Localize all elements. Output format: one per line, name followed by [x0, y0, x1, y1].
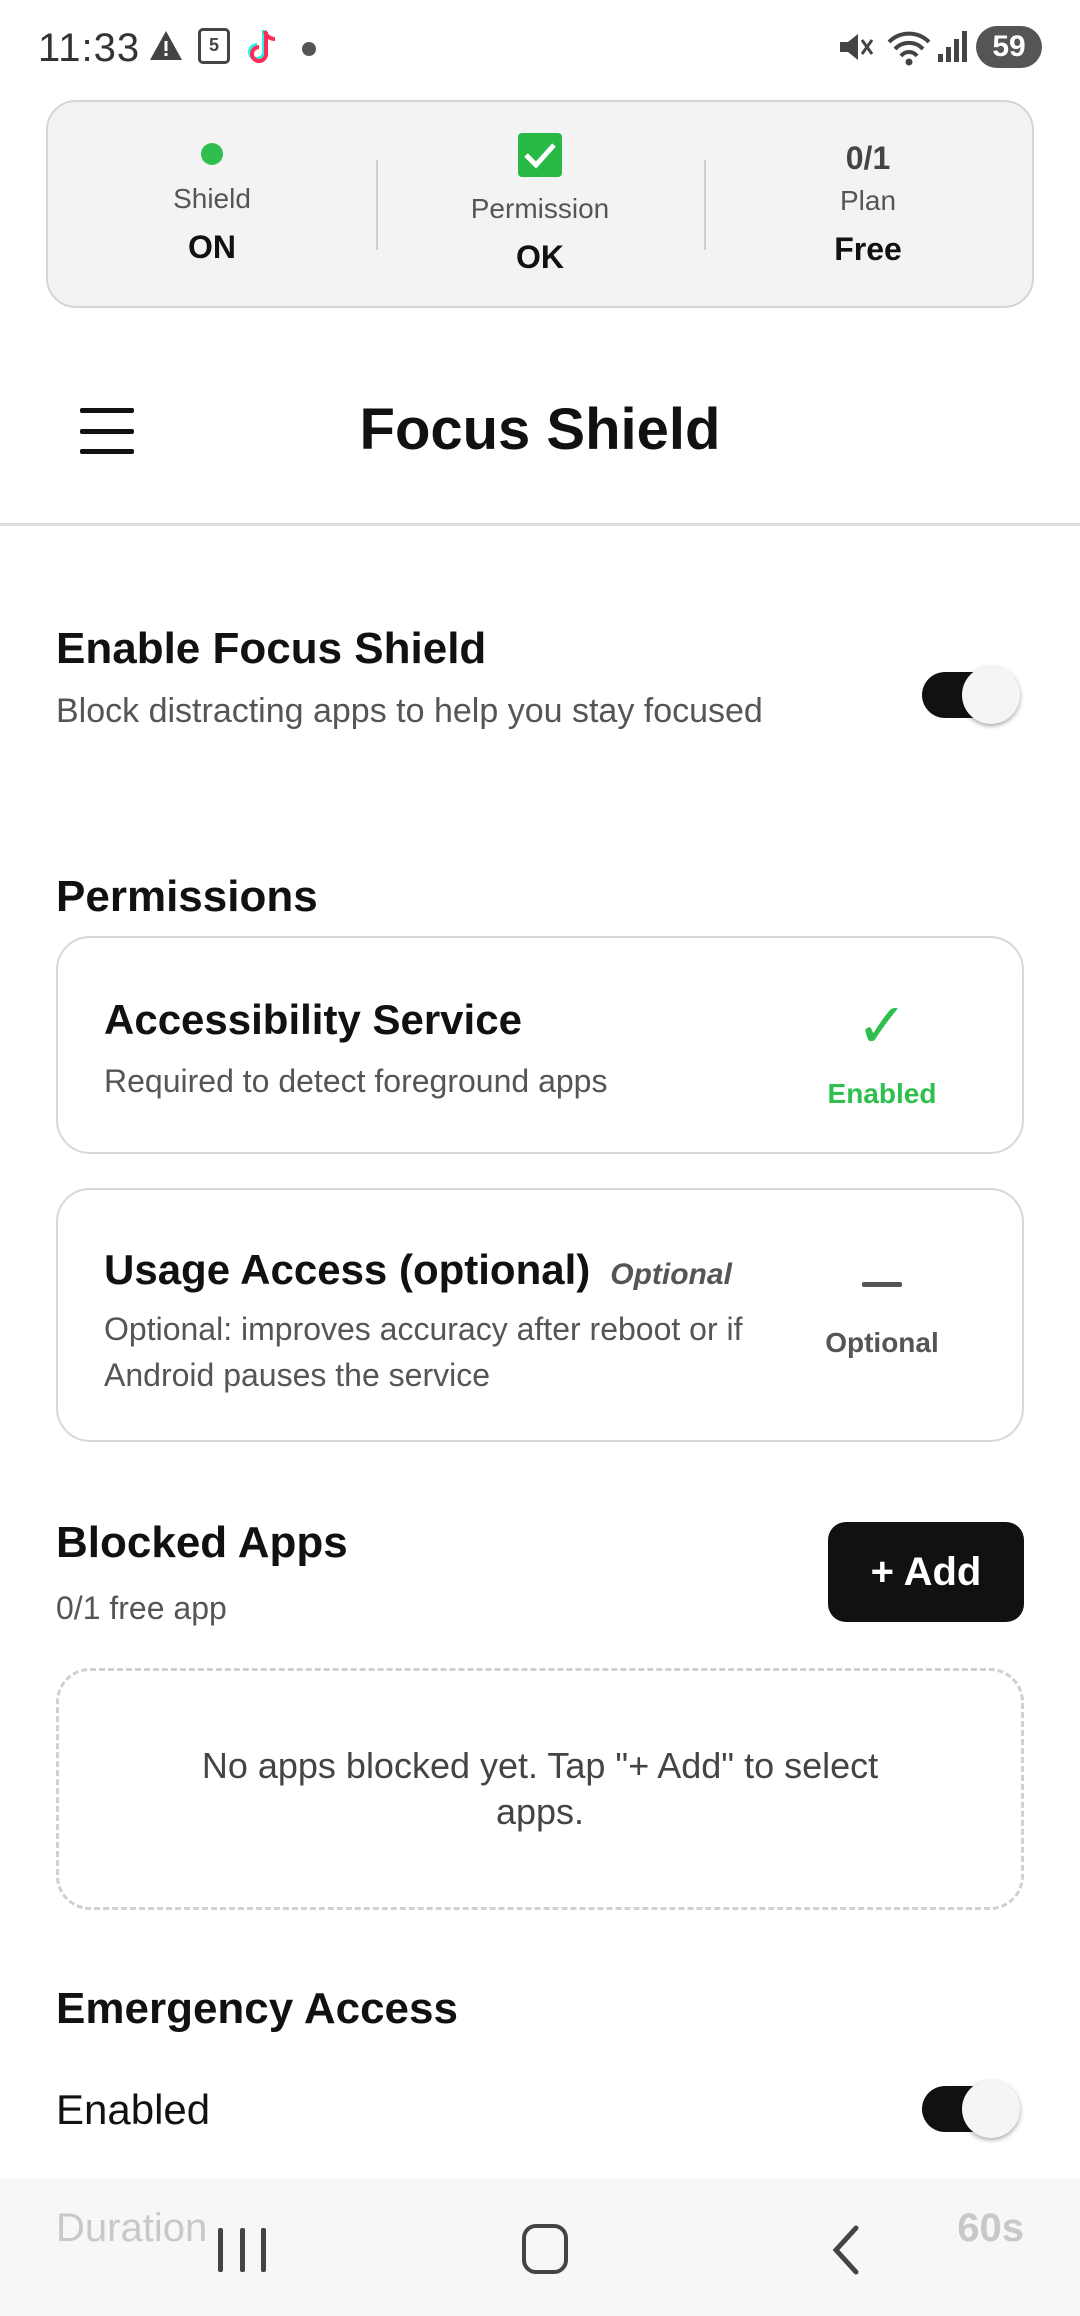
- stat-plan-count: 0/1: [845, 140, 891, 176]
- duration-value[interactable]: 60s: [957, 2206, 1024, 2251]
- permission-status-label: Optional: [825, 1327, 939, 1358]
- wifi-icon: [887, 31, 931, 66]
- dash-icon: [862, 1282, 902, 1287]
- battery-icon: 59: [976, 26, 1042, 68]
- permission-card-accessibility[interactable]: Accessibility Service Required to detect…: [56, 936, 1024, 1154]
- blocked-apps-title: Blocked Apps: [56, 1518, 348, 1567]
- stat-plan-value: Free: [834, 231, 902, 267]
- permission-description: Required to detect foreground apps: [104, 1063, 608, 1099]
- enable-shield-subtitle: Block distracting apps to help you stay …: [56, 692, 763, 730]
- stat-plan: 0/1 Plan Free: [704, 102, 1032, 306]
- notification-dot-icon: [302, 42, 316, 56]
- blocked-apps-count: 0/1 free app: [56, 1590, 227, 1626]
- optional-tag: Optional: [610, 1258, 732, 1291]
- empty-state-text: No apps blocked yet. Tap "+ Add" to sele…: [201, 1745, 879, 1832]
- permission-description: Optional: improves accuracy after reboot…: [104, 1311, 743, 1393]
- permission-status: ✓ Enabled: [802, 994, 962, 1110]
- signal-icon: [938, 31, 967, 62]
- stat-permission-label: Permission: [470, 192, 610, 224]
- toggle-knob: [962, 666, 1020, 724]
- toggle-knob: [962, 2080, 1020, 2138]
- shield-status-dot-icon: [201, 142, 223, 165]
- duration-label: Duration: [56, 2206, 208, 2250]
- permission-status: Optional: [802, 1264, 962, 1359]
- warning-icon: [150, 31, 182, 60]
- calendar-icon: 5: [198, 28, 230, 64]
- mute-icon: [840, 34, 874, 60]
- recent-apps-icon[interactable]: [218, 2228, 266, 2272]
- stat-shield-value: ON: [188, 228, 236, 265]
- app-bar: Focus Shield: [0, 360, 1080, 526]
- emergency-access-title: Emergency Access: [56, 1984, 458, 2033]
- permission-status-label: Enabled: [827, 1078, 937, 1109]
- blocked-apps-empty-state: No apps blocked yet. Tap "+ Add" to sele…: [56, 1668, 1024, 1910]
- emergency-access-toggle[interactable]: [922, 2080, 1020, 2138]
- status-bar: 11:33 5 59: [0, 0, 1080, 96]
- status-time: 11:33: [38, 26, 141, 70]
- permission-name: Accessibility Service: [104, 996, 522, 1043]
- stat-permission-value: OK: [516, 238, 564, 275]
- stat-permission: Permission OK: [376, 102, 704, 306]
- back-icon[interactable]: [826, 2222, 866, 2278]
- enable-shield-toggle[interactable]: [922, 666, 1020, 724]
- permission-name: Usage Access (optional) Optional: [104, 1246, 732, 1294]
- permission-check-icon: [518, 132, 562, 177]
- status-summary-card: Shield ON Permission OK 0/1 Plan Free: [46, 100, 1034, 308]
- home-icon[interactable]: [522, 2224, 568, 2274]
- hamburger-menu-icon[interactable]: [80, 404, 134, 458]
- navigation-bar: Duration 60s: [0, 2178, 1080, 2316]
- stat-plan-label: Plan: [839, 185, 897, 216]
- stat-shield-label: Shield: [173, 182, 251, 214]
- check-icon: ✓: [856, 992, 908, 1061]
- enable-shield-title: Enable Focus Shield: [56, 624, 487, 673]
- tiktok-icon: [248, 30, 276, 63]
- permission-name-text: Usage Access (optional): [104, 1246, 591, 1293]
- emergency-enabled-label: Enabled: [56, 2086, 211, 2133]
- page-title: Focus Shield: [359, 397, 721, 462]
- add-app-button[interactable]: + Add: [828, 1522, 1024, 1622]
- permission-card-usage-access[interactable]: Usage Access (optional) Optional Optional…: [56, 1188, 1024, 1442]
- stat-shield: Shield ON: [48, 102, 376, 306]
- permissions-title: Permissions: [56, 872, 318, 921]
